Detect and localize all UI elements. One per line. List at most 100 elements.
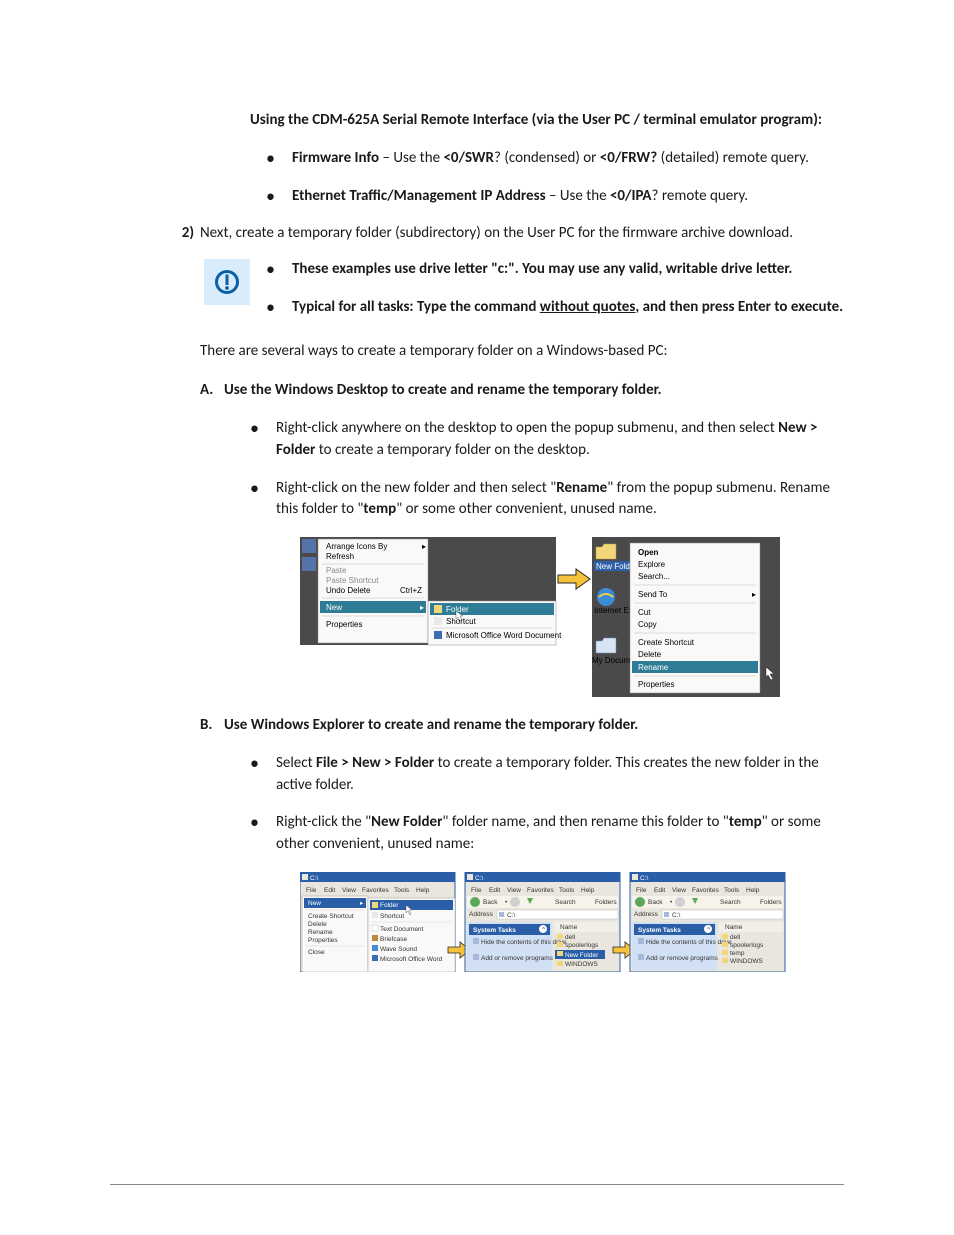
svg-text:Paste Shortcut: Paste Shortcut [326,576,379,585]
svg-text:Text Document: Text Document [380,926,424,933]
svg-text:Rename: Rename [308,929,333,936]
svg-text:▸: ▸ [420,603,424,612]
svg-text:Arrange Icons By: Arrange Icons By [326,542,387,551]
svg-text:⌃: ⌃ [541,926,546,934]
svg-text:File: File [636,887,647,894]
svg-text:Folders: Folders [760,899,782,906]
svg-text:New: New [308,900,321,907]
svg-text:Refresh: Refresh [326,552,354,561]
svg-text:Edit: Edit [654,887,665,894]
svg-text:C:\: C:\ [640,875,649,882]
svg-text:Search: Search [555,899,576,906]
svg-text:Hide the contents of this driv: Hide the contents of this drive [481,939,567,946]
svg-text:▸: ▸ [422,542,426,551]
svg-text:⌃: ⌃ [706,926,711,934]
arrow-icon [558,569,590,589]
a-bullet-1: • Right-click anywhere on the desktop to… [250,418,844,462]
svg-text:Edit: Edit [489,887,500,894]
explorer-triple-figure: C:\ File Edit View Favorites Tools Help … [300,872,844,980]
svg-text:New: New [326,603,342,612]
svg-text:Favorites: Favorites [692,887,719,894]
svg-text:Paste: Paste [326,566,347,575]
svg-text:Add or remove programs: Add or remove programs [481,955,554,962]
svg-text:Microsoft Office Word: Microsoft Office Word [380,956,443,963]
svg-text:spoolerlogs: spoolerlogs [565,942,599,949]
svg-text:System Tasks: System Tasks [638,927,681,934]
svg-text:Copy: Copy [638,620,657,629]
svg-text:Name: Name [725,924,743,931]
svg-text:Tools: Tools [724,887,740,894]
svg-text:Create Shortcut: Create Shortcut [638,638,695,647]
svg-text:Help: Help [581,887,595,894]
svg-text:Open: Open [638,548,659,557]
svg-text:WINDOWS: WINDOWS [730,958,764,965]
svg-text:Microsoft Office Word Document: Microsoft Office Word Document [446,631,562,640]
page-footer-rule [110,1184,844,1185]
b-bullet-1: • Select File > New > Folder to create a… [250,753,844,797]
svg-text:Favorites: Favorites [527,887,554,894]
svg-text:File: File [306,887,317,894]
svg-text:Wave Sound: Wave Sound [380,946,417,953]
svg-text:Back: Back [483,899,498,906]
section-b-heading: B. Use Windows Explorer to create and re… [200,715,844,737]
svg-text:Delete: Delete [638,650,662,659]
svg-text:Add or remove programs: Add or remove programs [646,955,719,962]
svg-text:Delete: Delete [308,921,327,928]
svg-text:temp: temp [730,950,745,957]
desktop-context-menu-figure: Arrange Icons By ▸ Refresh Paste Paste S… [300,537,844,697]
svg-text:Tools: Tools [394,887,410,894]
svg-text:New Folder: New Folder [565,952,599,959]
svg-text:Explore: Explore [638,560,666,569]
svg-text:Create Shortcut: Create Shortcut [308,913,354,920]
svg-text:View: View [342,887,356,894]
svg-text:Tools: Tools [559,887,575,894]
firmware-info-bullet: • Firmware Info – Use the <0/SWR? (conde… [266,148,844,170]
svg-text:Shortcut: Shortcut [380,913,404,920]
bullet-dot: • [266,186,292,208]
svg-text:Edit: Edit [324,887,335,894]
svg-text:Ctrl+Z: Ctrl+Z [400,586,422,595]
svg-text:Search...: Search... [638,572,670,581]
svg-text:Name: Name [560,924,578,931]
svg-text:Close: Close [308,949,325,956]
svg-text:Favorites: Favorites [362,887,389,894]
svg-text:Undo Delete: Undo Delete [326,586,371,595]
ip-address-bullet: • Ethernet Traffic/Management IP Address… [266,186,844,208]
svg-text:Hide the contents of this driv: Hide the contents of this drive [646,939,732,946]
svg-text:Back: Back [648,899,663,906]
svg-text:spoolerlogs: spoolerlogs [730,942,764,949]
svg-text:dell: dell [730,934,741,941]
svg-text:Folder: Folder [380,902,399,909]
note-block: • These examples use drive letter "c:". … [204,259,844,327]
svg-text:C:\: C:\ [507,912,516,919]
svg-text:Properties: Properties [638,680,674,689]
svg-text:Send To: Send To [638,590,668,599]
b-bullet-2: • Right-click the "New Folder" folder na… [250,812,844,856]
svg-text:WINDOWS: WINDOWS [565,961,599,968]
several-ways-text: There are several ways to create a tempo… [200,341,844,363]
svg-text:View: View [672,887,686,894]
bullet-dot: • [266,148,292,170]
svg-text:Rename: Rename [638,663,669,672]
svg-text:▸: ▸ [752,590,756,599]
svg-text:Folders: Folders [595,899,617,906]
svg-text:Help: Help [746,887,760,894]
svg-text:Properties: Properties [326,620,362,629]
svg-text:Address: Address [634,911,659,918]
svg-text:View: View [507,887,521,894]
svg-text:dell: dell [565,934,576,941]
info-icon [204,259,250,305]
svg-text:C:\: C:\ [672,912,681,919]
svg-text:Help: Help [416,887,430,894]
svg-text:Address: Address [469,911,494,918]
step-2: 2) Next, create a temporary folder (subd… [168,223,844,245]
svg-text:C:\: C:\ [310,875,319,882]
svg-text:Briefcase: Briefcase [380,936,407,943]
section-a-heading: A. Use the Windows Desktop to create and… [200,380,844,402]
svg-text:Properties: Properties [308,937,338,944]
a-bullet-2: • Right-click on the new folder and then… [250,478,844,522]
svg-text:Search: Search [720,899,741,906]
svg-text:Cut: Cut [638,608,651,617]
svg-text:File: File [471,887,482,894]
svg-text:C:\: C:\ [475,875,484,882]
